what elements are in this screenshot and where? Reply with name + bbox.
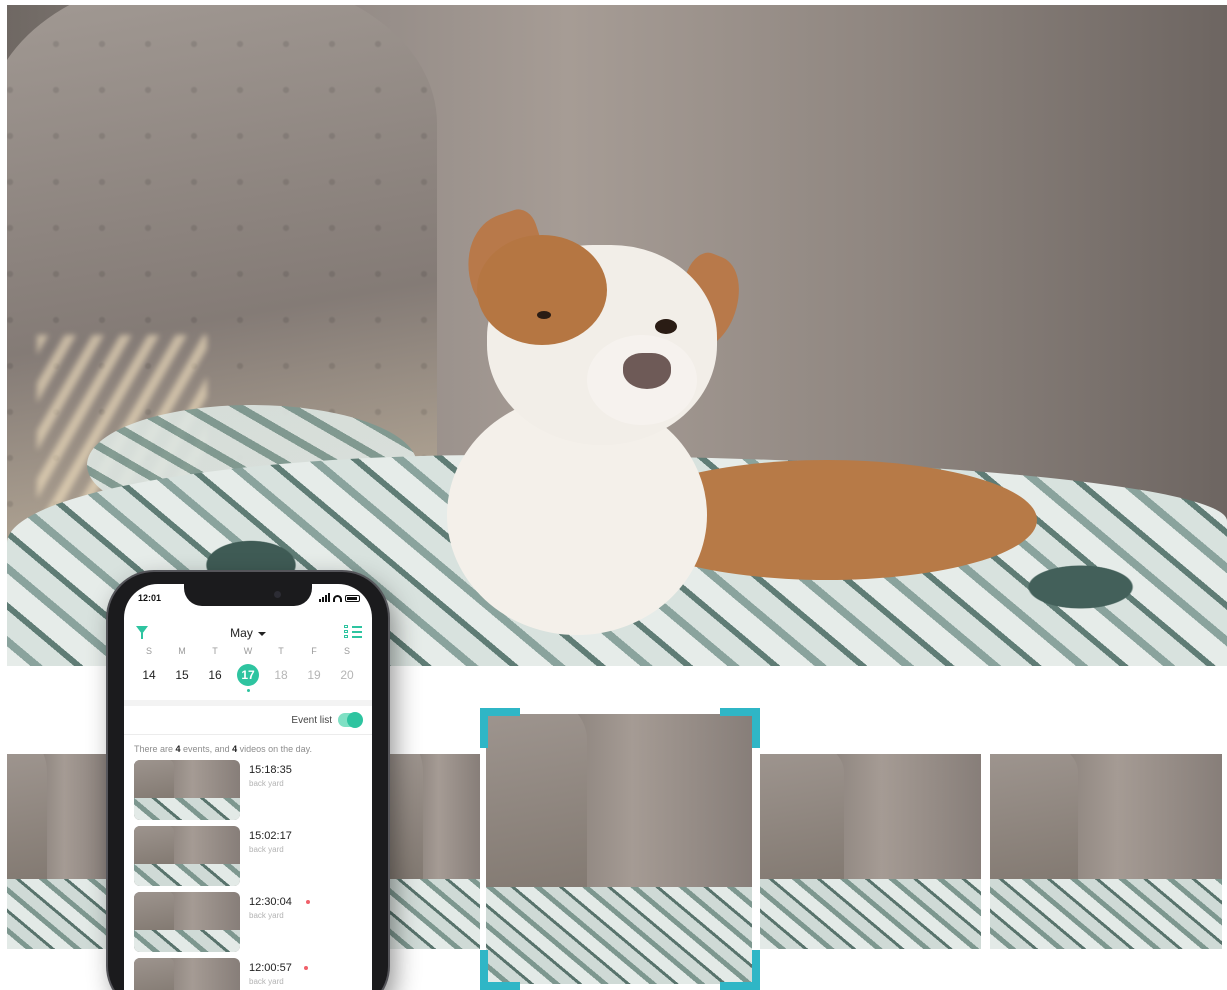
event-time: 15:18:35 [249,764,292,776]
selection-corner-bottom-left [480,950,520,990]
date-cell[interactable]: 18 [270,664,292,686]
weekday: T [212,646,218,656]
date-cell[interactable]: 19 [303,664,325,686]
selection-corner-top-right [720,708,760,748]
date-cell[interactable]: 14 [138,664,160,686]
status-time: 12:01 [138,593,162,603]
event-thumbnail[interactable] [134,760,240,820]
event-list-label: Event list [291,714,332,726]
event-time: 15:02:17 [249,830,292,842]
thumbnail-2[interactable] [388,754,480,949]
list-item[interactable]: 15:02:17 back yard [134,826,366,892]
event-location: back yard [249,977,284,986]
day-summary: There are 4 events, and 4 videos on the … [134,744,312,754]
thumbnail-4[interactable] [760,754,981,949]
list-item[interactable]: 12:00:57 back yard [134,958,366,990]
event-location: back yard [249,779,284,788]
phone-notch [184,584,312,606]
month-header: May [124,622,372,642]
event-location: back yard [249,845,284,854]
weekday: S [343,646,350,656]
divider [124,734,372,735]
event-time: 12:00:57 [249,962,292,974]
camera-icon [274,591,281,598]
event-thumbnail[interactable] [134,826,240,886]
weekday: W [243,646,253,656]
phone-screen: 12:01 May S M T W T F S 14 15 16 17 18 1… [124,584,372,990]
weekday: F [311,646,317,656]
list-item[interactable]: 15:18:35 back yard [134,760,366,826]
hero-photo [7,5,1227,666]
caret-down-icon [257,631,266,636]
weekday: S [145,646,152,656]
event-location: back yard [249,911,284,920]
event-list-toggle[interactable] [338,712,363,728]
flag-dot-icon [304,966,308,970]
month-selector[interactable]: May [124,626,372,640]
battery-icon [345,595,360,602]
thumbnail-1[interactable] [7,754,111,949]
weekday-header: S M T W T F S [138,646,358,656]
flag-dot-icon [306,900,310,904]
event-list-toggle-row: Event list [291,712,363,728]
status-icons [319,593,360,602]
date-cell[interactable]: 16 [204,664,226,686]
wifi-icon [333,595,342,602]
thumbnail-5[interactable] [990,754,1222,949]
date-cell[interactable]: 15 [171,664,193,686]
selection-corner-bottom-right [720,950,760,990]
event-thumbnail[interactable] [134,892,240,952]
date-row: 14 15 16 17 18 19 20 [138,664,358,692]
checklist-icon[interactable] [344,624,362,639]
event-time: 12:30:04 [249,896,292,908]
phone-mockup: 12:01 May S M T W T F S 14 15 16 17 18 1… [108,572,388,990]
event-list: 15:18:35 back yard 15:02:17 back yard 12… [134,760,366,990]
date-cell[interactable]: 20 [336,664,358,686]
month-label: May [230,626,253,640]
event-thumbnail[interactable] [134,958,240,990]
cellular-signal-icon [319,593,330,602]
list-item[interactable]: 12:30:04 back yard [134,892,366,958]
weekday: M [178,646,186,656]
date-cell-selected[interactable]: 17 [237,664,259,692]
dog-figure [387,205,1147,635]
divider [124,700,372,706]
thumbnail-selected[interactable] [486,714,752,984]
weekday: T [278,646,284,656]
selection-corner-top-left [480,708,520,748]
